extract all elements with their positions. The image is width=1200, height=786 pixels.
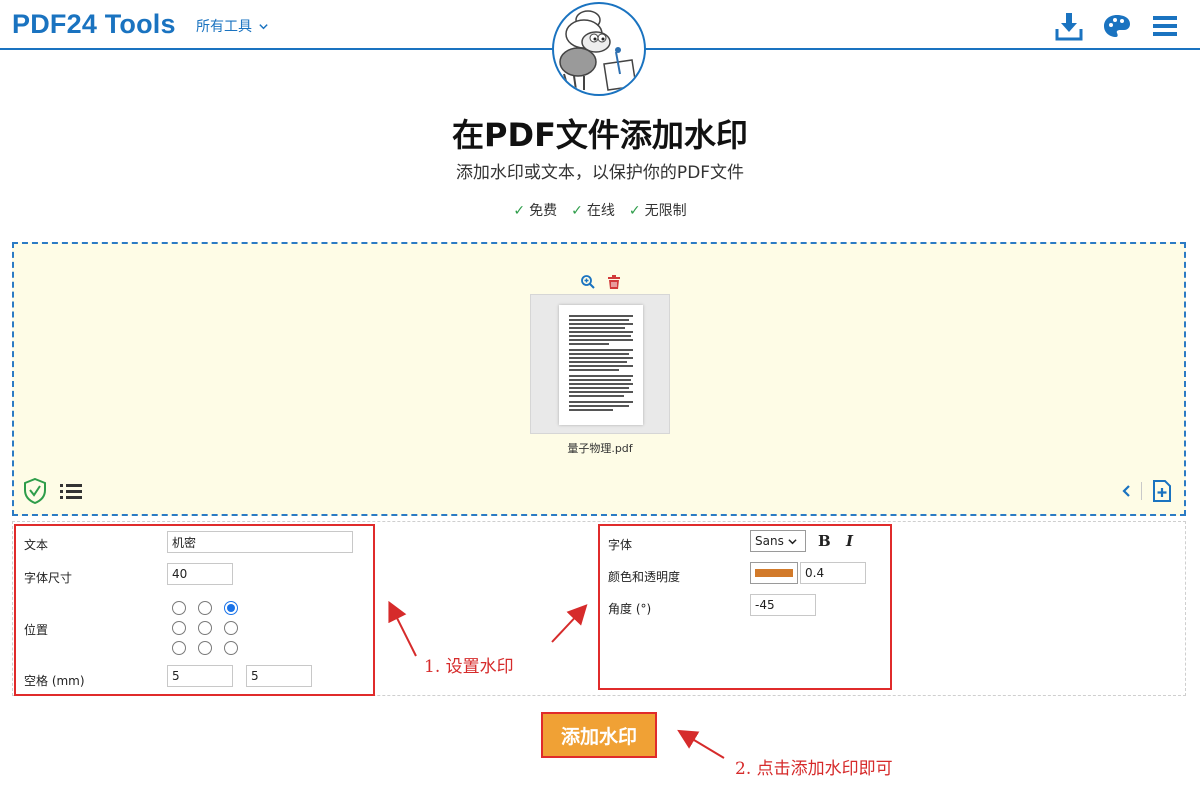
color-picker[interactable] xyxy=(750,562,798,584)
feature-list: ✓ 免费 ✓ 在线 ✓ 无限制 xyxy=(0,200,1200,220)
annotation-step-1: 1. 设置水印 xyxy=(424,657,514,677)
font-size-label: 字体尺寸 xyxy=(24,571,73,585)
bold-button[interactable]: B xyxy=(818,532,831,550)
position-radio-middle-left[interactable] xyxy=(172,621,186,635)
position-radio-center[interactable] xyxy=(198,621,212,635)
sheep-mascot-icon xyxy=(559,10,637,91)
font-select[interactable]: Sans xyxy=(750,530,806,552)
italic-button[interactable]: I xyxy=(846,532,853,550)
trash-icon[interactable] xyxy=(606,274,622,290)
dropzone-right-tools xyxy=(1121,480,1172,502)
annotation-step-2: 2. 点击添加水印即可 xyxy=(735,759,893,779)
list-icon[interactable] xyxy=(60,482,82,500)
check-icon: ✓ xyxy=(628,203,641,219)
watermark-style-settings: 字体 Sans B I 颜色和透明度 角度 (°) xyxy=(598,524,892,690)
file-thumbnail[interactable] xyxy=(530,294,670,434)
file-actions xyxy=(580,274,622,290)
position-radio-top-right[interactable] xyxy=(224,601,238,615)
menu-icon[interactable] xyxy=(1150,11,1180,41)
text-label: 文本 xyxy=(24,538,49,552)
feature-item: ✓ 免费 xyxy=(513,200,557,220)
divider xyxy=(1141,482,1142,500)
position-radio-bottom-center[interactable] xyxy=(198,641,212,655)
watermark-text-input[interactable] xyxy=(167,531,353,553)
angle-input[interactable] xyxy=(750,594,816,616)
chevron-down-icon xyxy=(259,23,268,29)
angle-label: 角度 (°) xyxy=(608,602,652,616)
add-file-icon[interactable] xyxy=(1152,480,1172,502)
all-tools-menu[interactable]: 所有工具 xyxy=(196,16,269,36)
watermark-text-settings: 文本 字体尺寸 位置 空格 (mm) xyxy=(14,524,375,696)
feature-item: ✓ 无限制 xyxy=(629,200,687,220)
position-radio-bottom-left[interactable] xyxy=(172,641,186,655)
spacing-label: 空格 (mm) xyxy=(24,674,85,688)
feature-label: 免费 xyxy=(529,203,558,219)
font-select-value: Sans xyxy=(755,534,784,548)
file-name: 量子物理.pdf xyxy=(567,442,633,455)
color-swatch xyxy=(755,569,793,577)
arrow-to-add-button xyxy=(677,729,725,759)
color-opacity-label: 颜色和透明度 xyxy=(608,570,681,584)
opacity-input[interactable] xyxy=(800,562,866,584)
check-icon: ✓ xyxy=(571,203,583,219)
shield-icon[interactable] xyxy=(24,478,46,504)
pdf-page-preview xyxy=(559,305,643,425)
page: PDF24 Tools 所有工具 在PDF文件添加水印 添加水印或文本，以保护你… xyxy=(0,0,1200,786)
chevron-left-icon[interactable] xyxy=(1121,484,1131,498)
palette-icon[interactable] xyxy=(1102,11,1132,41)
page-subtitle: 添加水印或文本，以保护你的PDF文件 xyxy=(455,163,745,183)
position-radio-middle-right[interactable] xyxy=(224,621,238,635)
spacing-x-input[interactable] xyxy=(167,665,233,687)
feature-item: ✓ 在线 xyxy=(571,200,615,220)
page-title: 在PDF文件添加水印 xyxy=(452,116,748,154)
position-radio-top-center[interactable] xyxy=(198,601,212,615)
download-icon[interactable] xyxy=(1054,11,1084,41)
add-watermark-button[interactable]: 添加水印 xyxy=(541,712,657,758)
zoom-icon[interactable] xyxy=(580,274,596,290)
font-label: 字体 xyxy=(608,538,633,552)
check-icon: ✓ xyxy=(513,203,526,219)
chevron-down-icon xyxy=(788,538,797,544)
position-radio-top-left[interactable] xyxy=(172,601,186,615)
position-label: 位置 xyxy=(24,623,49,637)
dropzone-left-tools xyxy=(24,478,82,504)
file-dropzone[interactable]: 量子物理.pdf xyxy=(12,242,1186,516)
feature-label: 无限制 xyxy=(644,203,687,219)
brand-logo[interactable]: PDF24 Tools xyxy=(12,9,176,40)
document-text-icon xyxy=(569,315,633,411)
spacing-y-input[interactable] xyxy=(246,665,312,687)
mascot-logo xyxy=(552,2,646,96)
feature-label: 在线 xyxy=(586,203,615,219)
position-radio-bottom-right[interactable] xyxy=(224,641,238,655)
header-actions xyxy=(1054,11,1180,41)
font-size-input[interactable] xyxy=(167,563,233,585)
all-tools-label: 所有工具 xyxy=(196,19,252,35)
